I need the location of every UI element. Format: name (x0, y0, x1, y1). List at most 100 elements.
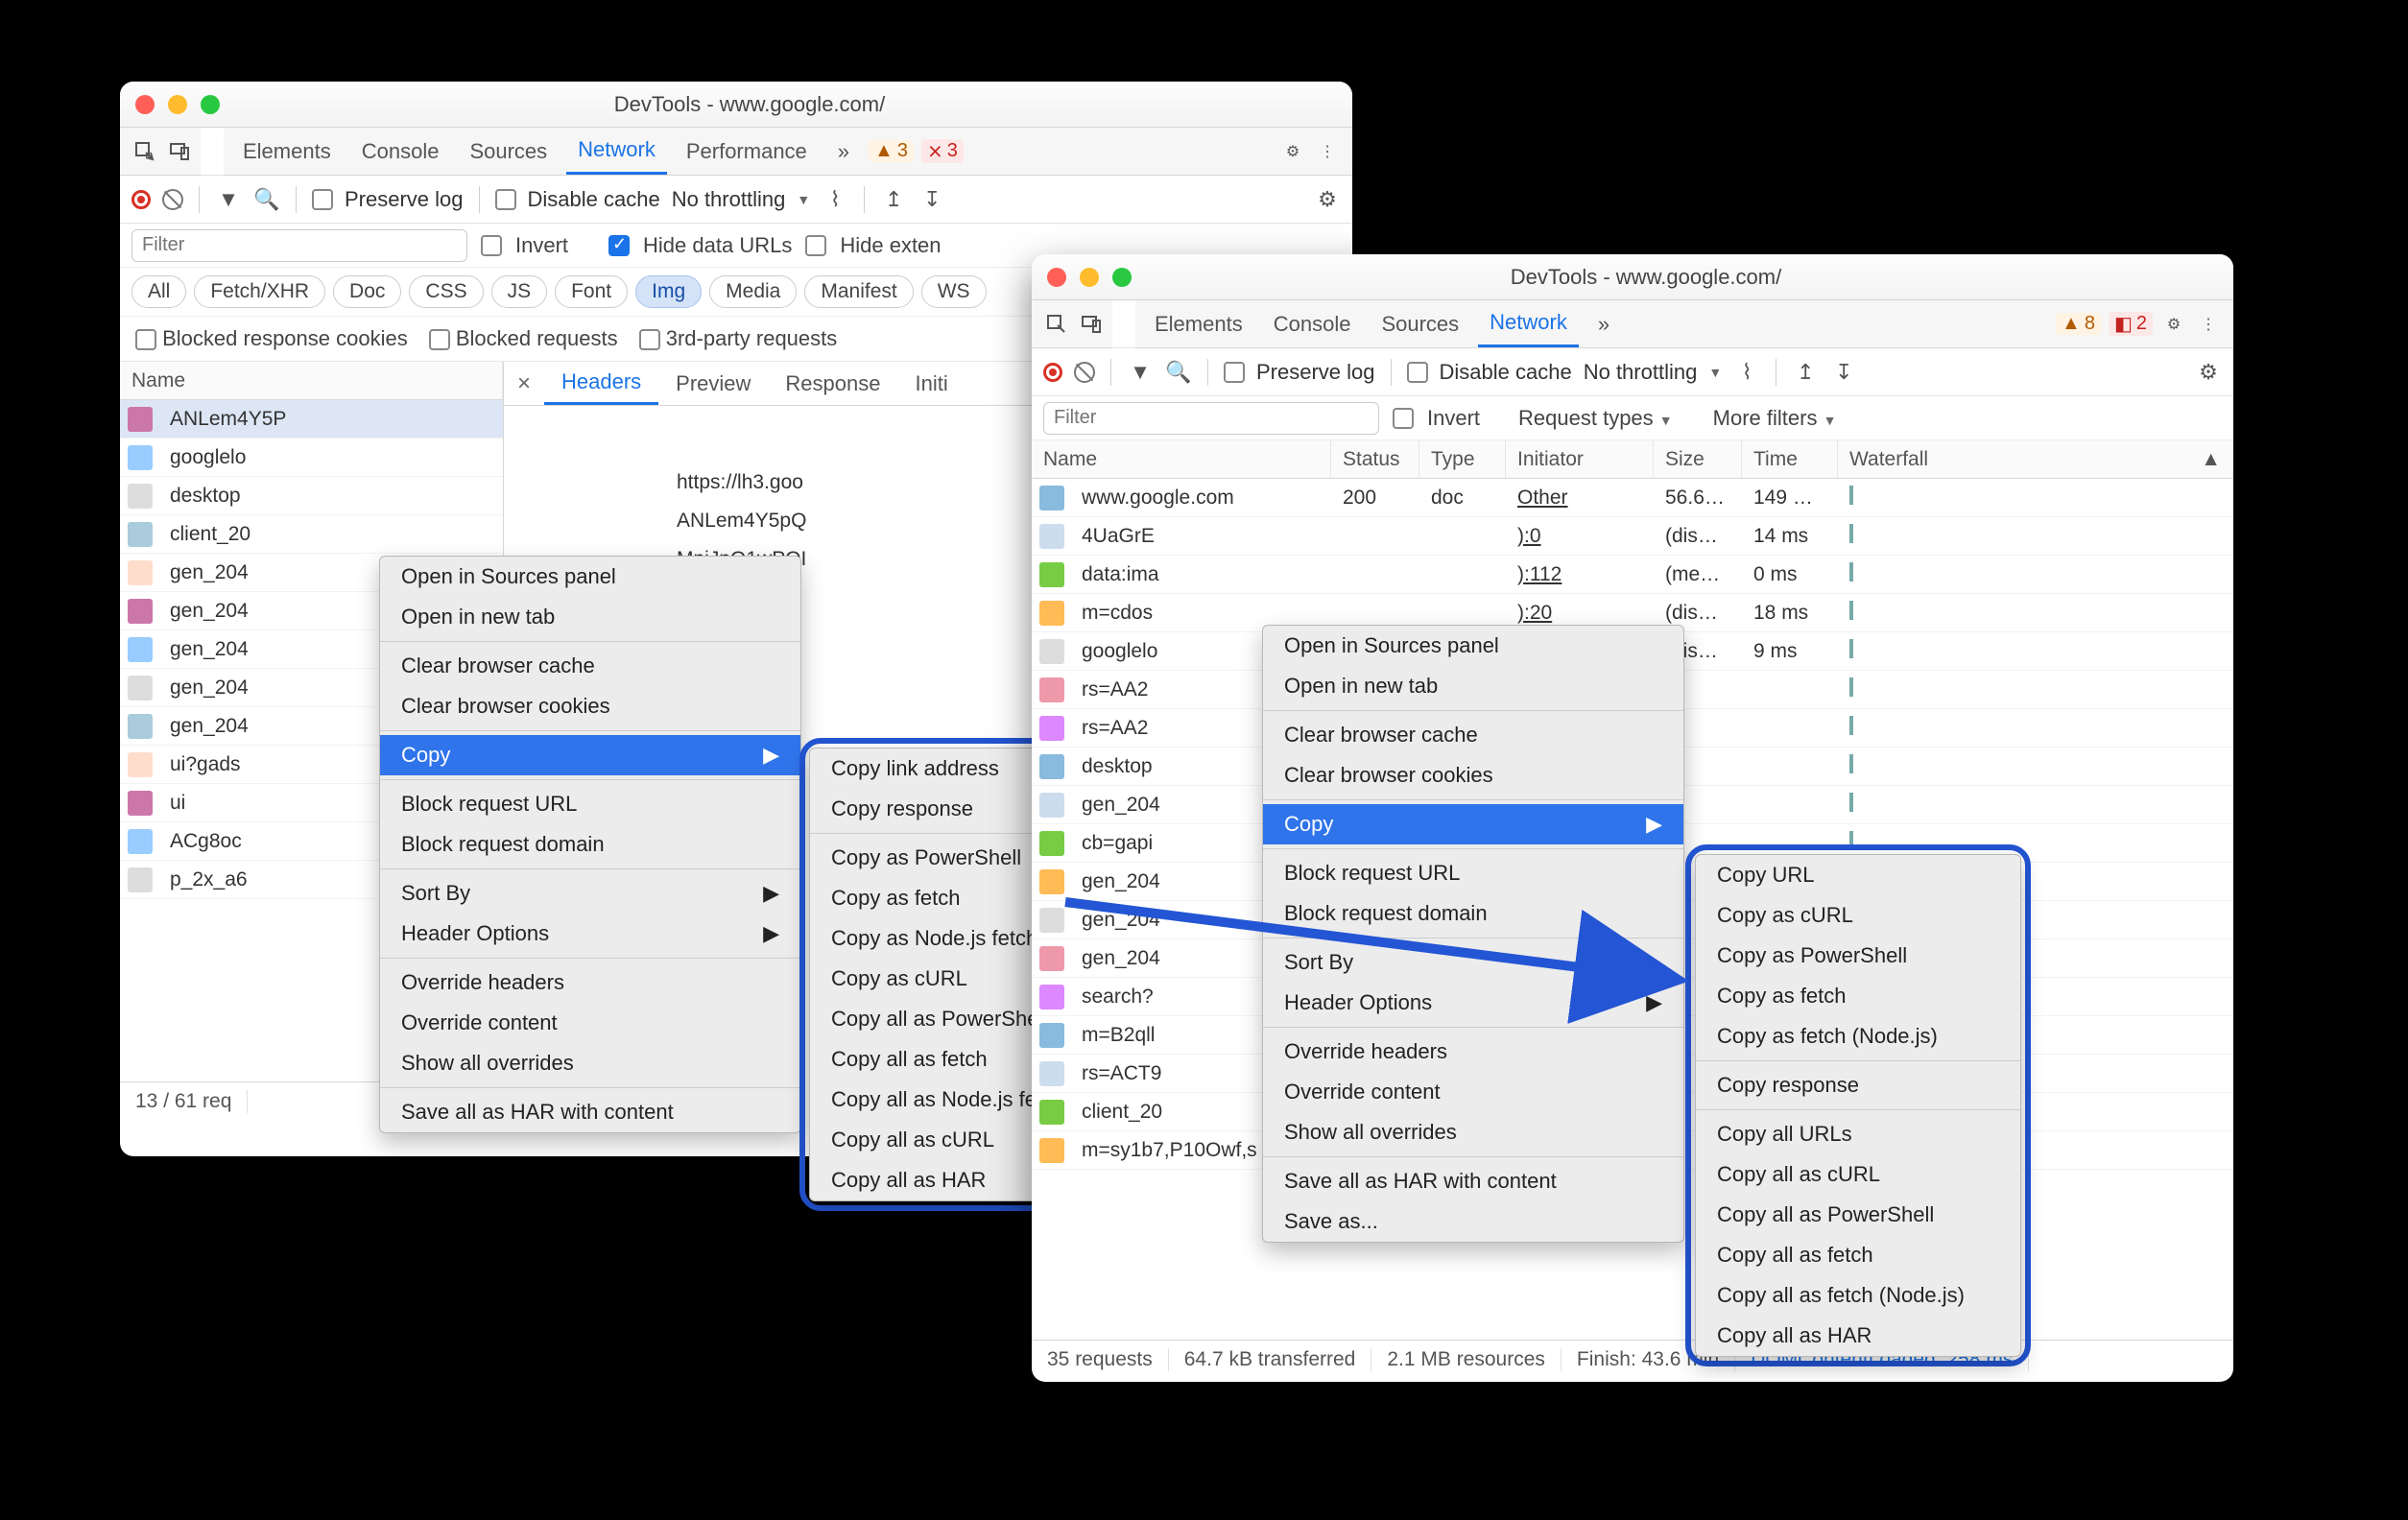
clear-icon[interactable] (1074, 362, 1095, 383)
col-initiator[interactable]: Initiator (1506, 440, 1654, 478)
preserve-log-checkbox[interactable] (312, 189, 333, 210)
ctx-block-domain[interactable]: Block request domain (380, 824, 800, 865)
copy-option[interactable]: Copy all as fetch (1696, 1235, 2020, 1275)
copy-option[interactable]: Copy as fetch (1696, 976, 2020, 1016)
col-type[interactable]: Type (1419, 440, 1506, 478)
search-icon[interactable]: 🔍 (253, 186, 280, 213)
tab-console[interactable]: Console (350, 128, 451, 175)
chip-css[interactable]: CSS (409, 275, 483, 308)
hide-ext-checkbox[interactable] (805, 235, 826, 256)
throttling-select[interactable]: No throttling (1584, 360, 1698, 385)
errors-badge[interactable]: ◧ 2 (2109, 312, 2153, 336)
device-icon[interactable] (1078, 311, 1105, 338)
warnings-badge[interactable]: ▲ 3 (869, 140, 914, 162)
filter-icon[interactable]: ▼ (215, 186, 242, 213)
ctx-open-sources[interactable]: Open in Sources panel (380, 557, 800, 597)
close-icon[interactable] (1047, 268, 1066, 287)
minimize-icon[interactable] (1080, 268, 1099, 287)
chip-ws[interactable]: WS (921, 275, 987, 308)
tab-headers[interactable]: Headers (544, 362, 658, 405)
disable-cache-checkbox[interactable] (1407, 362, 1428, 383)
request-row[interactable]: ANLem4Y5P (120, 400, 503, 439)
ctx-save-har[interactable]: Save all as HAR with content (1263, 1161, 1683, 1201)
close-icon[interactable]: × (504, 370, 544, 397)
tab-performance[interactable]: Performance (675, 128, 819, 175)
ctx-override-headers[interactable]: Override headers (380, 962, 800, 1003)
gear-icon[interactable]: ⚙ (2195, 359, 2222, 386)
more-tabs-icon[interactable]: » (826, 128, 861, 175)
clear-icon[interactable] (162, 189, 183, 210)
ctx-sort-by[interactable]: Sort By▶ (1263, 942, 1683, 983)
chip-font[interactable]: Font (555, 275, 628, 308)
gear-icon[interactable]: ⚙ (1314, 186, 1341, 213)
tab-console[interactable]: Console (1262, 300, 1363, 347)
copy-option[interactable]: Copy URL (1696, 855, 2020, 895)
inspect-icon[interactable] (1043, 311, 1070, 338)
upload-icon[interactable]: ↥ (880, 186, 907, 213)
ctx-clear-cookies[interactable]: Clear browser cookies (1263, 755, 1683, 796)
ctx-clear-cache[interactable]: Clear browser cache (380, 646, 800, 686)
col-time[interactable]: Time (1742, 440, 1838, 478)
upload-icon[interactable]: ↥ (1792, 359, 1819, 386)
ctx-override-content[interactable]: Override content (1263, 1072, 1683, 1112)
ctx-open-sources[interactable]: Open in Sources panel (1263, 626, 1683, 666)
table-row[interactable]: 4UaGrE):0(dis…14 ms (1032, 517, 2233, 556)
chip-manifest[interactable]: Manifest (804, 275, 913, 308)
tab-initiator[interactable]: Initi (898, 362, 966, 405)
ctx-show-overrides[interactable]: Show all overrides (1263, 1112, 1683, 1152)
col-size[interactable]: Size (1654, 440, 1742, 478)
hide-data-urls-checkbox[interactable] (608, 235, 630, 256)
col-status[interactable]: Status (1331, 440, 1419, 478)
wifi-icon[interactable]: ⌇ (822, 186, 848, 213)
filter-icon[interactable]: ▼ (1127, 359, 1154, 386)
tab-network[interactable]: Network (1478, 300, 1579, 347)
warnings-badge[interactable]: ▲ 8 (2056, 313, 2101, 335)
ctx-save-har[interactable]: Save all as HAR with content (380, 1092, 800, 1132)
kebab-icon[interactable]: ⋮ (1314, 138, 1341, 165)
copy-option[interactable]: Copy all URLs (1696, 1114, 2020, 1154)
chip-fetchxhr[interactable]: Fetch/XHR (194, 275, 325, 308)
throttling-select[interactable]: No throttling (672, 187, 786, 212)
download-icon[interactable]: ↧ (1830, 359, 1857, 386)
table-row[interactable]: data:ima):112(me…0 ms (1032, 556, 2233, 594)
zoom-icon[interactable] (201, 95, 220, 114)
ctx-block-domain[interactable]: Block request domain (1263, 893, 1683, 934)
copy-option[interactable]: Copy as cURL (1696, 895, 2020, 936)
tab-sources[interactable]: Sources (1370, 300, 1470, 347)
record-icon[interactable] (131, 190, 151, 209)
request-types-button[interactable]: Request types ▼ (1518, 406, 1673, 431)
ctx-show-overrides[interactable]: Show all overrides (380, 1043, 800, 1083)
checkbox[interactable] (639, 329, 660, 350)
filter-input[interactable] (1043, 402, 1379, 435)
ctx-sort-by[interactable]: Sort By▶ (380, 873, 800, 914)
tab-response[interactable]: Response (768, 362, 897, 405)
checkbox[interactable] (429, 329, 450, 350)
zoom-icon[interactable] (1112, 268, 1132, 287)
errors-badge[interactable]: ⨯ 3 (921, 139, 964, 163)
copy-option[interactable]: Copy as fetch (Node.js) (1696, 1016, 2020, 1057)
ctx-override-headers[interactable]: Override headers (1263, 1032, 1683, 1072)
copy-option[interactable]: Copy all as cURL (1696, 1154, 2020, 1195)
col-name[interactable]: Name (120, 362, 503, 399)
ctx-open-tab[interactable]: Open in new tab (380, 597, 800, 637)
kebab-icon[interactable]: ⋮ (2195, 311, 2222, 338)
col-name[interactable]: Name (1032, 440, 1331, 478)
more-filters-button[interactable]: More filters ▼ (1713, 406, 1837, 431)
copy-option[interactable]: Copy response (1696, 1065, 2020, 1105)
wifi-icon[interactable]: ⌇ (1733, 359, 1760, 386)
chevron-down-icon[interactable]: ▼ (1708, 365, 1722, 380)
ctx-block-url[interactable]: Block request URL (380, 784, 800, 824)
tab-network[interactable]: Network (566, 128, 667, 175)
tab-preview[interactable]: Preview (658, 362, 768, 405)
device-icon[interactable] (166, 138, 193, 165)
chip-img[interactable]: Img (635, 275, 702, 308)
tab-elements[interactable]: Elements (1143, 300, 1254, 347)
inspect-icon[interactable] (131, 138, 158, 165)
chip-media[interactable]: Media (709, 275, 797, 308)
more-tabs-icon[interactable]: » (1586, 300, 1621, 347)
checkbox[interactable] (135, 329, 156, 350)
invert-checkbox[interactable] (481, 235, 502, 256)
chip-js[interactable]: JS (491, 275, 548, 308)
table-row[interactable]: www.google.com200docOther56.6…149 … (1032, 479, 2233, 517)
gear-icon[interactable]: ⚙ (2160, 311, 2187, 338)
